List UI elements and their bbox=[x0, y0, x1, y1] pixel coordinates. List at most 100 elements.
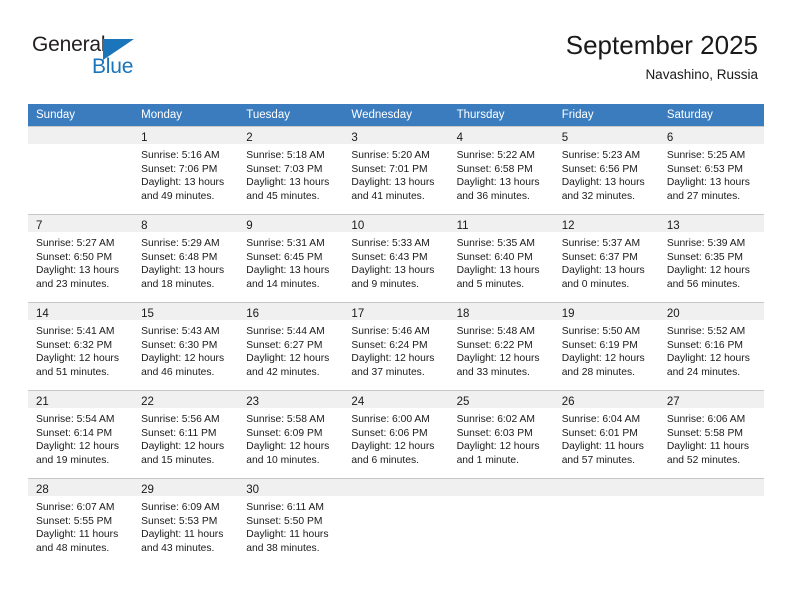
calendar-day-cell[interactable]: 25 Sunrise: 6:02 AM Sunset: 6:03 PM Dayligh… bbox=[448, 390, 554, 478]
calendar-day-cell[interactable]: 30 Sunrise: 6:11 AM Sunset: 5:50 PM Dayligh… bbox=[238, 478, 344, 566]
day-sun-info: Sunrise: 5:37 AM Sunset: 6:37 PM Daylight:… bbox=[554, 232, 659, 291]
day-sun-info: Sunrise: 5:50 AM Sunset: 6:19 PM Daylight:… bbox=[554, 320, 659, 379]
sunset-text: Sunset: 6:24 PM bbox=[351, 339, 428, 351]
calendar-day-cell[interactable]: 9 Sunrise: 5:31 AM Sunset: 6:45 PM Daylight… bbox=[238, 214, 344, 302]
day-number: 9 bbox=[246, 220, 253, 232]
daylight-text-line1: Daylight: 13 hours bbox=[561, 265, 645, 277]
day-number: 29 bbox=[141, 484, 154, 496]
calendar-day-cell[interactable]: 8 Sunrise: 5:29 AM Sunset: 6:48 PM Daylight… bbox=[133, 214, 239, 302]
day-sun-info: Sunrise: 5:20 AM Sunset: 7:01 PM Daylight:… bbox=[343, 144, 448, 203]
page-subtitle-location: Navashino, Russia bbox=[645, 67, 758, 82]
day-number: 7 bbox=[36, 220, 43, 232]
calendar-day-cell[interactable]: 5 Sunrise: 5:23 AM Sunset: 6:56 PM Daylight… bbox=[553, 126, 659, 214]
daylight-text-line2: and 1 minute. bbox=[456, 454, 519, 466]
sunrise-text: Sunrise: 6:11 AM bbox=[246, 502, 324, 513]
calendar-week-row: 14 Sunrise: 5:41 AM Sunset: 6:32 PM Dayligh… bbox=[28, 302, 764, 390]
general-blue-logo[interactable]: General Blue bbox=[32, 33, 162, 83]
day-number-band: 28 bbox=[28, 479, 134, 496]
calendar-day-cell[interactable]: 24 Sunrise: 6:00 AM Sunset: 6:06 PM Dayligh… bbox=[343, 390, 449, 478]
day-sun-info: Sunrise: 5:27 AM Sunset: 6:50 PM Daylight:… bbox=[28, 232, 133, 291]
day-number-band: 7 bbox=[28, 215, 134, 232]
daylight-text-line2: and 14 minutes. bbox=[246, 278, 320, 290]
day-number-band bbox=[553, 479, 659, 496]
calendar-day-cell[interactable]: 1 Sunrise: 5:16 AM Sunset: 7:06 PM Daylight… bbox=[133, 126, 239, 214]
daylight-text-line2: and 28 minutes. bbox=[561, 366, 635, 378]
calendar-day-cell[interactable]: 29 Sunrise: 6:09 AM Sunset: 5:53 PM Dayligh… bbox=[133, 478, 239, 566]
sunset-text: Sunset: 6:32 PM bbox=[36, 339, 113, 351]
day-sun-info: Sunrise: 5:29 AM Sunset: 6:48 PM Daylight:… bbox=[133, 232, 238, 291]
calendar-day-cell[interactable]: 18 Sunrise: 5:48 AM Sunset: 6:22 PM Dayligh… bbox=[448, 302, 554, 390]
day-number-band: 13 bbox=[658, 215, 764, 232]
sunrise-text: Sunrise: 5:33 AM bbox=[351, 238, 430, 249]
day-sun-info: Sunrise: 5:46 AM Sunset: 6:24 PM Daylight:… bbox=[343, 320, 448, 379]
calendar-day-cell[interactable]: 28 Sunrise: 6:07 AM Sunset: 5:55 PM Dayligh… bbox=[28, 478, 134, 566]
calendar-week-row: 1 Sunrise: 5:16 AM Sunset: 7:06 PM Daylight… bbox=[28, 126, 764, 214]
weekday-header-sunday: Sunday bbox=[28, 104, 134, 126]
calendar-grid: Sunday Monday Tuesday Wednesday Thursday Frid… bbox=[28, 104, 764, 566]
calendar-day-cell[interactable]: 19 Sunrise: 5:50 AM Sunset: 6:19 PM Dayligh… bbox=[553, 302, 659, 390]
daylight-text-line1: Daylight: 13 hours bbox=[141, 177, 225, 189]
day-sun-info: Sunrise: 6:04 AM Sunset: 6:01 PM Daylight:… bbox=[554, 408, 659, 467]
day-number: 8 bbox=[141, 220, 148, 232]
sunrise-text: Sunrise: 6:02 AM bbox=[456, 414, 535, 425]
calendar-day-cell[interactable]: 14 Sunrise: 5:41 AM Sunset: 6:32 PM Dayligh… bbox=[28, 302, 134, 390]
daylight-text-line1: Daylight: 12 hours bbox=[246, 353, 330, 365]
day-number-band: 9 bbox=[238, 215, 344, 232]
sunset-text: Sunset: 7:06 PM bbox=[141, 163, 218, 175]
calendar-day-cell[interactable]: 20 Sunrise: 5:52 AM Sunset: 6:16 PM Dayligh… bbox=[658, 302, 764, 390]
sunrise-text: Sunrise: 5:44 AM bbox=[246, 326, 325, 337]
day-number: 3 bbox=[351, 132, 358, 144]
day-sun-info: Sunrise: 5:18 AM Sunset: 7:03 PM Daylight:… bbox=[238, 144, 343, 203]
weekday-header-wednesday: Wednesday bbox=[343, 104, 449, 126]
day-number: 27 bbox=[666, 396, 680, 408]
page-header: General Blue September 2025 Navashino, R… bbox=[0, 0, 792, 100]
calendar-day-cell[interactable]: 16 Sunrise: 5:44 AM Sunset: 6:27 PM Dayligh… bbox=[238, 302, 344, 390]
calendar-day-cell[interactable]: 3 Sunrise: 5:20 AM Sunset: 7:01 PM Daylight… bbox=[343, 126, 449, 214]
day-sun-info: Sunrise: 5:43 AM Sunset: 6:30 PM Daylight:… bbox=[133, 320, 238, 379]
daylight-text-line2: and 19 minutes. bbox=[36, 454, 110, 466]
sunset-text: Sunset: 6:56 PM bbox=[561, 163, 638, 175]
calendar-day-cell[interactable]: 12 Sunrise: 5:37 AM Sunset: 6:37 PM Dayligh… bbox=[553, 214, 659, 302]
calendar-day-cell[interactable]: 23 Sunrise: 5:58 AM Sunset: 6:09 PM Dayligh… bbox=[238, 390, 344, 478]
day-sun-info: Sunrise: 5:41 AM Sunset: 6:32 PM Daylight:… bbox=[28, 320, 133, 379]
day-sun-info: Sunrise: 6:07 AM Sunset: 5:55 PM Daylight:… bbox=[28, 496, 133, 555]
daylight-text-line1: Daylight: 11 hours bbox=[246, 529, 329, 541]
daylight-text-line2: and 38 minutes. bbox=[246, 542, 320, 554]
day-sun-info: Sunrise: 5:16 AM Sunset: 7:06 PM Daylight:… bbox=[133, 144, 238, 203]
calendar-day-cell[interactable]: 10 Sunrise: 5:33 AM Sunset: 6:43 PM Dayligh… bbox=[343, 214, 449, 302]
calendar-day-cell[interactable]: 26 Sunrise: 6:04 AM Sunset: 6:01 PM Dayligh… bbox=[553, 390, 659, 478]
sunrise-text: Sunrise: 5:27 AM bbox=[36, 238, 115, 249]
daylight-text-line1: Daylight: 11 hours bbox=[666, 441, 750, 453]
daylight-text-line1: Daylight: 12 hours bbox=[456, 353, 540, 365]
sunset-text: Sunset: 6:45 PM bbox=[246, 251, 323, 263]
calendar-day-cell[interactable]: 11 Sunrise: 5:35 AM Sunset: 6:40 PM Dayligh… bbox=[448, 214, 554, 302]
page-title: September 2025 bbox=[565, 30, 758, 60]
day-number-band: 25 bbox=[448, 391, 554, 408]
day-number-band: 1 bbox=[133, 127, 239, 144]
calendar-day-cell[interactable]: 2 Sunrise: 5:18 AM Sunset: 7:03 PM Daylight… bbox=[238, 126, 344, 214]
calendar-day-cell[interactable]: 22 Sunrise: 5:56 AM Sunset: 6:11 PM Dayligh… bbox=[133, 390, 239, 478]
day-number-band: 21 bbox=[28, 391, 134, 408]
daylight-text-line2: and 36 minutes. bbox=[456, 190, 530, 202]
calendar-body: 1 Sunrise: 5:16 AM Sunset: 7:06 PM Daylight… bbox=[28, 126, 764, 566]
day-number-band: 11 bbox=[448, 215, 554, 232]
calendar-day-cell[interactable]: 27 Sunrise: 6:06 AM Sunset: 5:58 PM Dayligh… bbox=[658, 390, 764, 478]
daylight-text-line2: and 57 minutes. bbox=[561, 454, 635, 466]
daylight-text-line2: and 9 minutes. bbox=[351, 278, 419, 290]
daylight-text-line2: and 41 minutes. bbox=[351, 190, 425, 202]
day-sun-info: Sunrise: 5:54 AM Sunset: 6:14 PM Daylight:… bbox=[28, 408, 133, 467]
calendar-page: General Blue September 2025 Navashino, R… bbox=[0, 0, 792, 612]
sunset-text: Sunset: 7:01 PM bbox=[351, 163, 428, 175]
daylight-text-line1: Daylight: 12 hours bbox=[141, 353, 225, 365]
calendar-day-cell[interactable]: 7 Sunrise: 5:27 AM Sunset: 6:50 PM Daylight… bbox=[28, 214, 134, 302]
calendar-day-cell[interactable]: 17 Sunrise: 5:46 AM Sunset: 6:24 PM Dayligh… bbox=[343, 302, 449, 390]
daylight-text-line1: Daylight: 13 hours bbox=[561, 177, 645, 189]
calendar-day-cell[interactable]: 6 Sunrise: 5:25 AM Sunset: 6:53 PM Daylight… bbox=[658, 126, 764, 214]
calendar-day-cell[interactable]: 4 Sunrise: 5:22 AM Sunset: 6:58 PM Daylight… bbox=[448, 126, 554, 214]
day-number: 18 bbox=[456, 308, 470, 320]
day-number-band: 17 bbox=[343, 303, 449, 320]
calendar-day-cell[interactable]: 15 Sunrise: 5:43 AM Sunset: 6:30 PM Dayligh… bbox=[133, 302, 239, 390]
day-number-band: 2 bbox=[238, 127, 344, 144]
calendar-day-cell[interactable]: 13 Sunrise: 5:39 AM Sunset: 6:35 PM Dayligh… bbox=[658, 214, 764, 302]
calendar-day-cell[interactable]: 21 Sunrise: 5:54 AM Sunset: 6:14 PM Dayligh… bbox=[28, 390, 134, 478]
